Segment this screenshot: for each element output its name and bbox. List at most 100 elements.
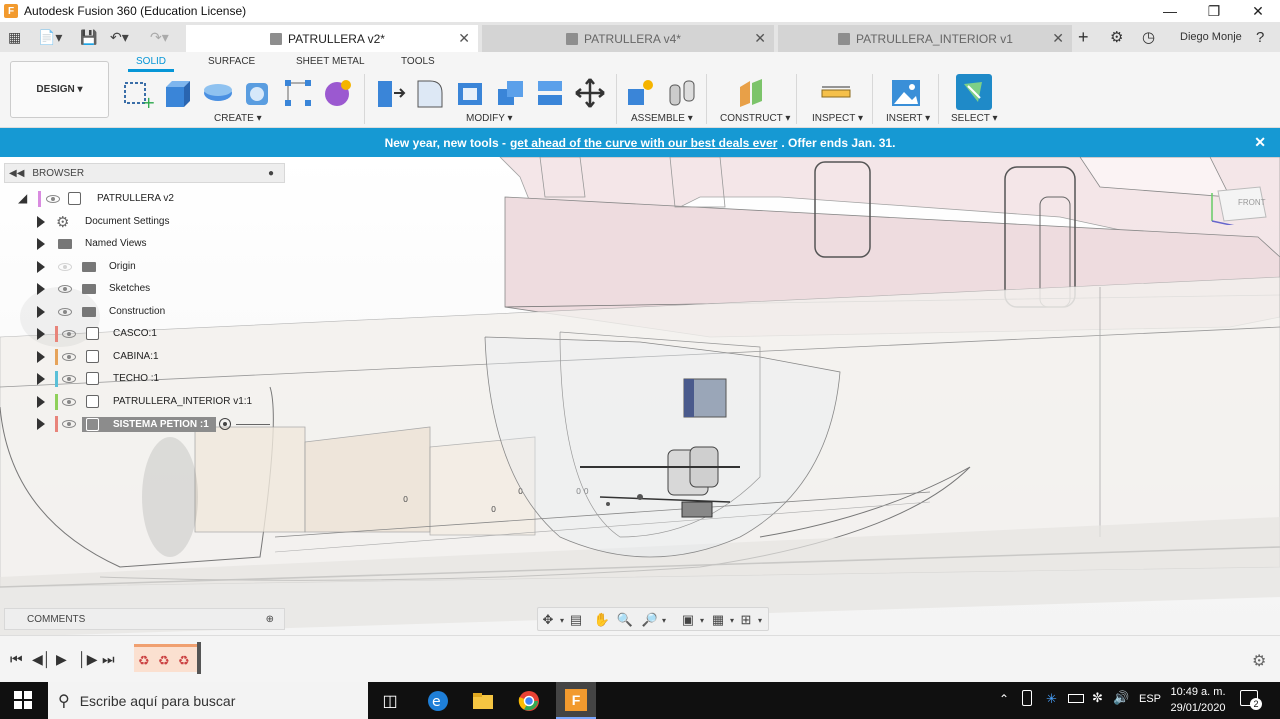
visibility-icon[interactable] (46, 195, 60, 203)
go-to-end-icon[interactable]: ⏭ (102, 651, 115, 668)
joint-icon[interactable] (666, 77, 698, 109)
banner-link[interactable]: get ahead of the curve with our best dea… (510, 136, 777, 150)
inspect-menu[interactable]: INSPECT ▾ (812, 113, 863, 124)
visibility-icon[interactable] (62, 353, 76, 361)
tab-patrullera-interior[interactable]: PATRULLERA_INTERIOR v1 ✕ (778, 25, 1072, 52)
minimize-icon[interactable]: — (1148, 0, 1192, 22)
restore-icon[interactable]: ❐ (1192, 0, 1236, 22)
help-icon[interactable]: ? (1256, 22, 1264, 52)
select-icon[interactable] (956, 74, 992, 110)
volume-icon[interactable]: 🔊 (1113, 690, 1129, 706)
display-dropdown-icon[interactable]: ▾ (694, 612, 710, 628)
go-to-start-icon[interactable]: ⏮ (10, 651, 23, 668)
create-menu[interactable]: CREATE ▾ (214, 113, 262, 124)
browser-item-techo[interactable]: TECHO :1 (0, 369, 200, 389)
add-comment-icon[interactable]: ⊕ (266, 614, 274, 625)
shell-icon[interactable] (454, 77, 486, 109)
fillet-icon[interactable] (414, 77, 446, 109)
timeline-feature-icon[interactable]: ♻ (178, 653, 190, 669)
insert-menu[interactable]: INSERT ▾ (886, 113, 930, 124)
zoom-icon[interactable]: 🔍 (617, 612, 633, 628)
offset-plane-icon[interactable] (736, 77, 768, 109)
rectangular-pattern-icon[interactable] (282, 77, 314, 109)
collapse-browser-icon[interactable]: ◀◀ (9, 168, 24, 179)
user-name[interactable]: Diego Monje (1180, 22, 1242, 52)
insert-image-icon[interactable] (890, 77, 922, 109)
collapse-icon[interactable]: ◢ (18, 191, 27, 205)
show-hidden-icons[interactable]: ⌃ (999, 692, 1009, 706)
file-explorer-icon[interactable] (468, 686, 498, 716)
system-clock[interactable]: 10:49 a. m. 29/01/2020 (1163, 684, 1233, 716)
extensions-icon[interactable]: ⚙ (1110, 22, 1123, 52)
revolve-icon[interactable] (202, 77, 234, 109)
tab-surface[interactable]: SURFACE (208, 56, 255, 67)
tab-patrullera-v4[interactable]: PATRULLERA v4* ✕ (482, 25, 774, 52)
visibility-icon[interactable] (62, 375, 76, 383)
browser-item-patrullera-interior[interactable]: PATRULLERA_INTERIOR v1:1 (0, 392, 260, 412)
visibility-icon[interactable] (62, 420, 76, 428)
usb-icon[interactable] (1022, 690, 1032, 706)
pan-icon[interactable]: ✋ (594, 612, 610, 628)
expand-icon[interactable] (37, 396, 45, 408)
modify-menu[interactable]: MODIFY ▾ (466, 113, 513, 124)
expand-icon[interactable] (37, 306, 45, 318)
save-icon[interactable]: 💾 (80, 27, 97, 47)
edge-icon[interactable]: e (423, 686, 453, 716)
windows-start-icon[interactable] (14, 691, 32, 709)
visibility-icon[interactable] (62, 330, 76, 338)
close-tab-icon[interactable]: ✕ (458, 30, 470, 47)
viewcube[interactable]: FRONT (1210, 181, 1270, 225)
look-at-icon[interactable]: ▤ (568, 612, 584, 628)
workspace-switcher[interactable]: DESIGN ▾ (10, 61, 109, 118)
expand-icon[interactable] (37, 216, 45, 228)
browser-root[interactable]: ◢ PATRULLERA v2 (0, 189, 200, 209)
expand-icon[interactable] (37, 283, 45, 295)
timeline-feature-icon[interactable]: ♻ (158, 653, 170, 669)
visibility-icon[interactable] (58, 308, 72, 316)
bluetooth-icon[interactable]: ✳ (1046, 691, 1057, 707)
expand-icon[interactable] (37, 261, 45, 273)
play-icon[interactable]: ▶ (56, 651, 67, 668)
comments-panel-header[interactable]: COMMENTS ⊕ (4, 608, 285, 630)
tab-sheet-metal[interactable]: SHEET METAL (296, 56, 365, 67)
wifi-icon[interactable]: ✼ (1092, 690, 1103, 706)
grid-menu-icon[interactable]: ▦ (8, 27, 21, 47)
construct-menu[interactable]: CONSTRUCT ▾ (720, 113, 790, 124)
close-tab-icon[interactable]: ✕ (754, 30, 766, 47)
undo-icon[interactable]: ↶▾ (110, 27, 129, 47)
fusion-taskbar-icon[interactable]: F (556, 682, 596, 719)
timeline-marker[interactable] (197, 642, 201, 674)
timeline-feature-icon[interactable]: ♻ (138, 653, 150, 669)
press-pull-icon[interactable] (374, 77, 406, 109)
fit-dropdown-icon[interactable]: ▾ (656, 612, 672, 628)
tab-patrullera-v2[interactable]: PATRULLERA v2* ✕ (186, 25, 478, 52)
select-menu[interactable]: SELECT ▾ (951, 113, 998, 124)
browser-item-sketches[interactable]: Sketches (0, 279, 200, 299)
timeline-settings-icon[interactable]: ⚙ (1252, 651, 1266, 671)
expand-icon[interactable] (37, 238, 45, 250)
extrude-icon[interactable] (162, 77, 194, 109)
combine-icon[interactable] (494, 77, 526, 109)
browser-item-cabina[interactable]: CABINA:1 (0, 347, 200, 367)
timeline-features[interactable]: ♻ ♻ ♻ (134, 644, 198, 672)
expand-icon[interactable] (37, 328, 45, 340)
move-copy-icon[interactable] (574, 77, 606, 109)
close-tab-icon[interactable]: ✕ (1052, 30, 1064, 47)
create-form-icon[interactable] (322, 77, 354, 109)
browser-item-sistema-petion[interactable]: SISTEMA PETION :1 (0, 414, 270, 434)
close-icon[interactable]: ✕ (1236, 0, 1280, 22)
file-icon[interactable]: 📄▾ (38, 27, 62, 47)
battery-icon[interactable] (1068, 694, 1084, 703)
close-banner-icon[interactable]: ✕ (1254, 134, 1266, 151)
redo-icon[interactable]: ↷▾ (150, 27, 169, 47)
expand-icon[interactable] (37, 418, 45, 430)
tab-tools[interactable]: TOOLS (401, 56, 435, 67)
visibility-icon[interactable] (58, 285, 72, 293)
assemble-menu[interactable]: ASSEMBLE ▾ (631, 113, 693, 124)
hidden-visibility-icon[interactable] (58, 263, 72, 271)
expand-icon[interactable] (37, 351, 45, 363)
step-back-icon[interactable]: ◀│ (32, 651, 52, 668)
task-view-icon[interactable]: ◫ (375, 686, 405, 716)
browser-item-construction[interactable]: Construction (0, 302, 200, 322)
split-body-icon[interactable] (534, 77, 566, 109)
